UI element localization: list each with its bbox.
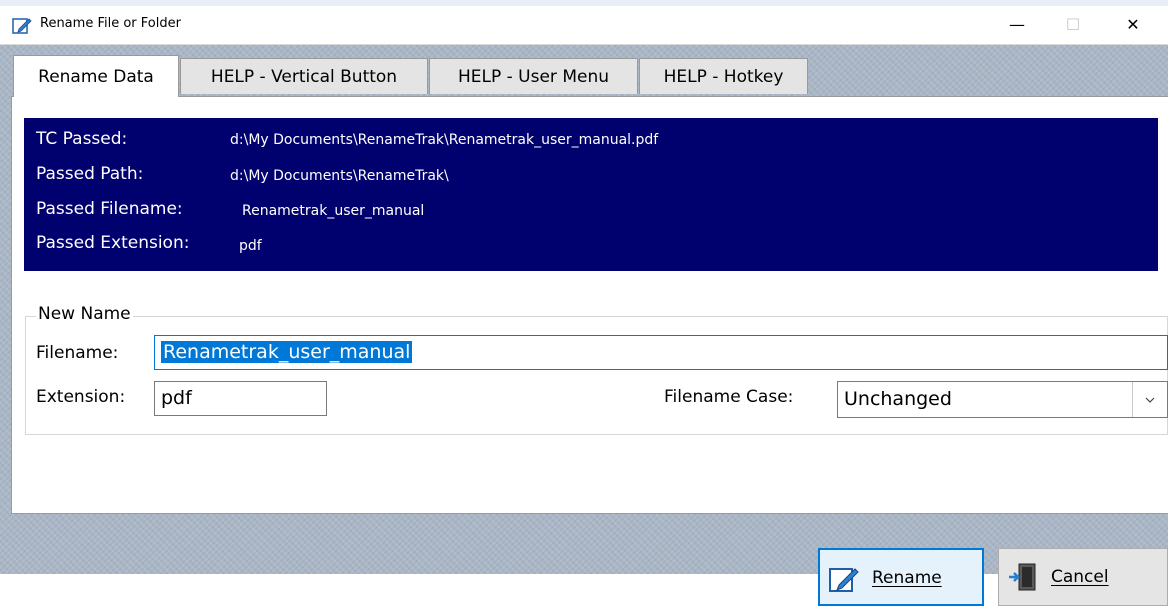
title-bar[interactable]: Rename File or Folder — ☐ ✕ <box>0 6 1168 45</box>
minimize-button[interactable]: — <box>994 6 1040 44</box>
rename-pencil-icon <box>12 18 32 34</box>
cancel-button-label: Cancel <box>1051 567 1109 587</box>
passed-path-value: d:\My Documents\RenameTrak\ <box>230 168 449 184</box>
filename-case-select[interactable]: Unchanged <box>837 381 1168 418</box>
extension-label: Extension: <box>36 387 126 407</box>
exit-door-icon <box>1009 563 1036 591</box>
filename-selected-text: Renametrak_user_manual <box>161 341 413 363</box>
maximize-button[interactable]: ☐ <box>1050 6 1096 44</box>
new-name-legend: New Name <box>36 304 133 324</box>
window-title: Rename File or Folder <box>40 16 181 31</box>
tab-help-user-menu[interactable]: HELP - User Menu <box>429 58 638 94</box>
tab-page-rename-data: TC Passed: d:\My Documents\RenameTrak\Re… <box>11 96 1168 514</box>
passed-extension-value: pdf <box>239 238 262 254</box>
extension-input[interactable]: pdf <box>154 381 327 416</box>
tab-help-vertical-button[interactable]: HELP - Vertical Button <box>180 58 428 94</box>
passed-filename-value: Renametrak_user_manual <box>242 203 425 219</box>
filename-case-value: Unchanged <box>844 388 952 410</box>
cancel-button[interactable]: Cancel <box>998 548 1168 606</box>
filename-case-label: Filename Case: <box>664 387 794 407</box>
dialog-client-area: Rename Data HELP - Vertical Button HELP … <box>0 45 1168 606</box>
filename-label: Filename: <box>36 343 119 363</box>
filename-input[interactable]: Renametrak_user_manual <box>154 335 1168 370</box>
tc-passed-label: TC Passed: <box>36 129 128 149</box>
passed-filename-label: Passed Filename: <box>36 199 183 219</box>
tab-help-hotkey[interactable]: HELP - Hotkey <box>639 58 808 94</box>
rename-button[interactable]: Rename <box>818 548 984 606</box>
passed-path-label: Passed Path: <box>36 164 144 184</box>
tab-rename-data[interactable]: Rename Data <box>13 55 179 97</box>
new-name-group: New Name Filename: Renametrak_user_manua… <box>25 304 1168 435</box>
chevron-down-icon[interactable] <box>1132 382 1167 417</box>
close-button[interactable]: ✕ <box>1110 6 1156 44</box>
passed-extension-label: Passed Extension: <box>36 233 190 253</box>
tc-passed-value: d:\My Documents\RenameTrak\Renametrak_us… <box>230 132 659 148</box>
rename-button-label: Rename <box>872 568 942 588</box>
passed-info-panel: TC Passed: d:\My Documents\RenameTrak\Re… <box>24 118 1158 271</box>
rename-pencil-icon <box>829 568 859 592</box>
